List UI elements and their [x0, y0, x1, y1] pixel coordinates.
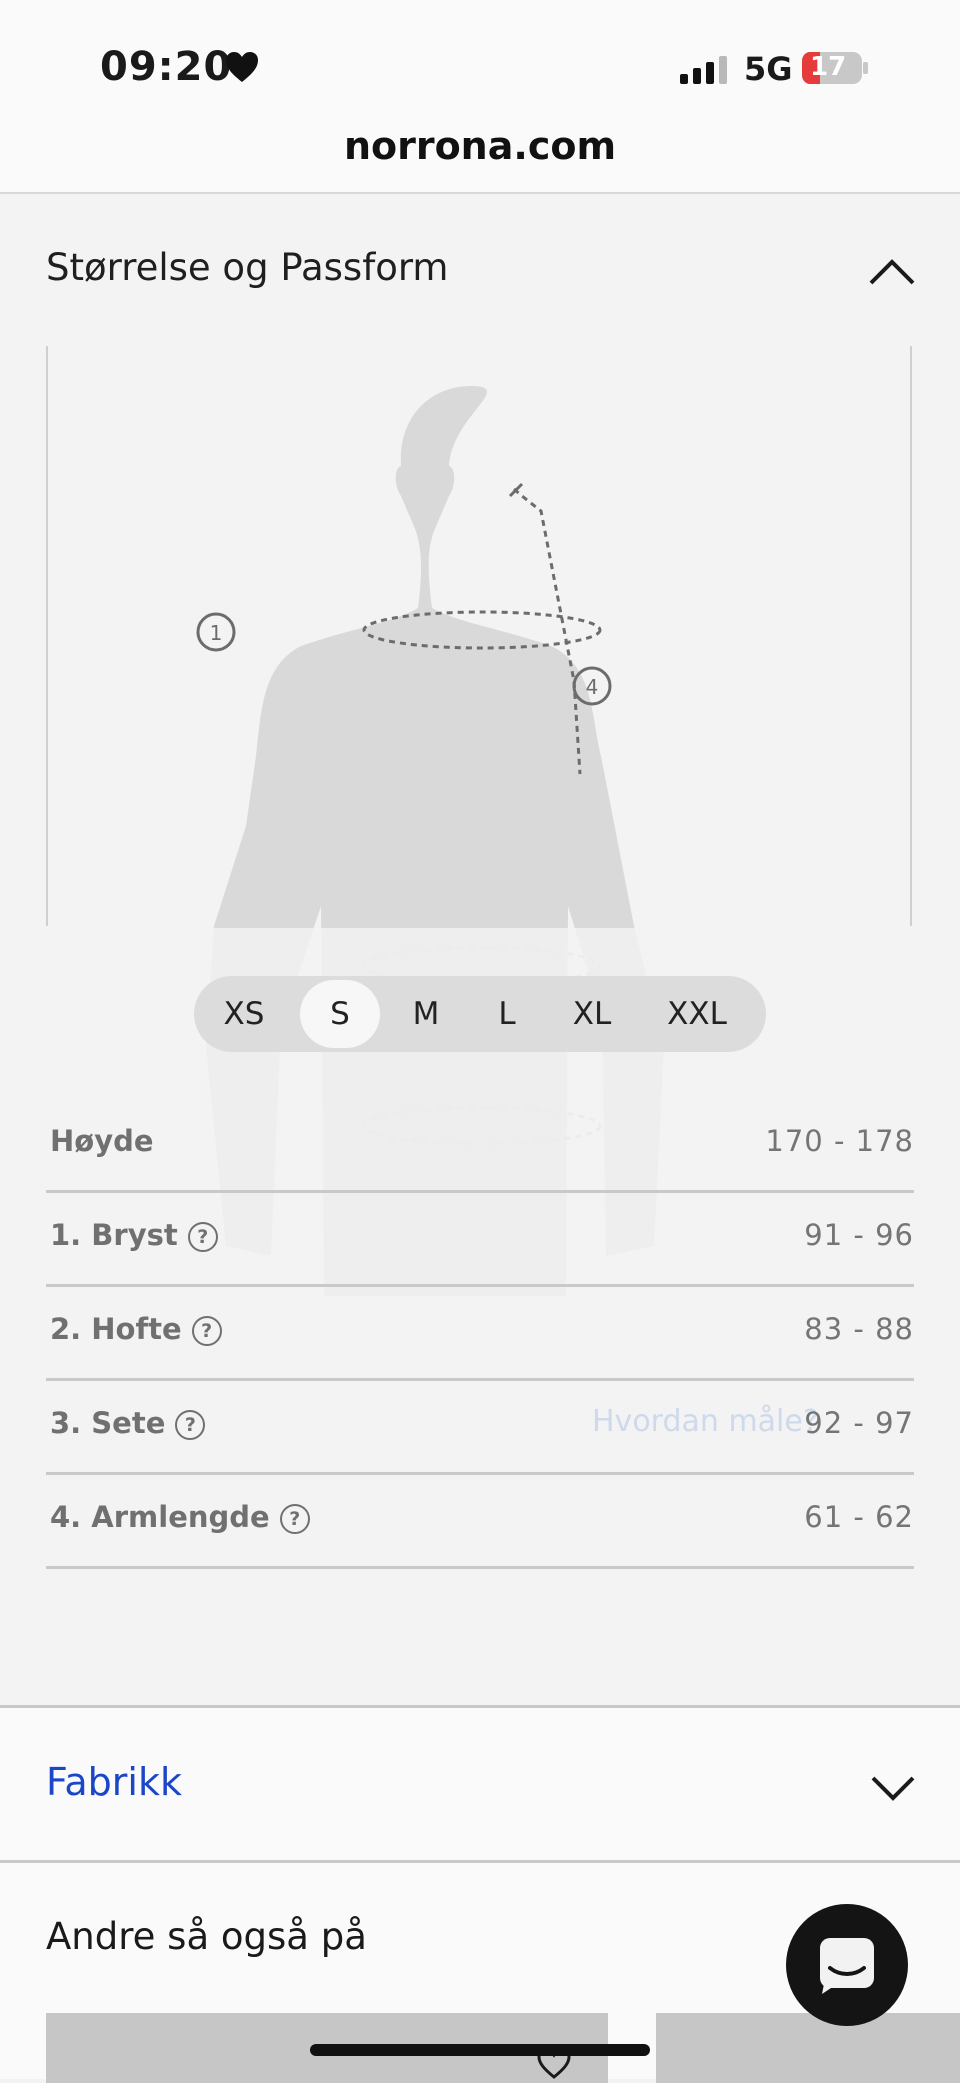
table-row: 3. Sete? 92 - 97 — [46, 1378, 914, 1475]
size-option-m[interactable]: M — [388, 976, 464, 1052]
row-label: 3. Sete — [50, 1406, 166, 1440]
fabrikk-heading: Fabrikk — [46, 1760, 182, 1804]
chevron-down-icon[interactable] — [870, 1774, 916, 1804]
size-selector: XS S M L XL XXL — [194, 976, 766, 1052]
status-time: 09:20 — [100, 44, 233, 90]
help-icon[interactable]: ? — [187, 1222, 218, 1252]
fabrikk-accordion[interactable]: Fabrikk — [0, 1705, 960, 1866]
cellular-signal-icon — [680, 56, 727, 84]
help-icon[interactable]: ? — [175, 1410, 206, 1440]
row-value: 92 - 97 — [804, 1406, 914, 1440]
table-row: 2. Hofte? 83 - 88 — [46, 1284, 914, 1381]
row-label: 4. Armlengde — [50, 1500, 270, 1534]
size-option-xs[interactable]: XS — [202, 976, 286, 1052]
product-card[interactable] — [656, 2013, 960, 2083]
marker-4: 4 — [586, 675, 599, 699]
size-option-xl[interactable]: XL — [550, 976, 634, 1052]
help-icon[interactable]: ? — [279, 1504, 310, 1534]
table-row: 4. Armlengde? 61 - 62 — [46, 1472, 914, 1569]
row-value: 91 - 96 — [804, 1218, 914, 1252]
network-type: 5G — [744, 50, 793, 88]
row-label: 2. Hofte — [50, 1312, 182, 1346]
chat-icon — [820, 1938, 874, 1994]
row-label: 1. Bryst — [50, 1218, 178, 1252]
row-value: 170 - 178 — [765, 1124, 914, 1158]
table-row: 1. Bryst? 91 - 96 — [46, 1190, 914, 1287]
browser-url-bar[interactable]: norrona.com — [0, 120, 960, 194]
row-label: Høyde — [50, 1124, 154, 1158]
table-row: Høyde 170 - 178 — [46, 1096, 914, 1193]
marker-1: 1 — [210, 621, 223, 645]
chevron-up-icon[interactable] — [868, 256, 916, 286]
battery-level: 17 — [810, 52, 847, 82]
size-option-l[interactable]: L — [472, 976, 542, 1052]
size-option-xxl[interactable]: XXL — [642, 976, 752, 1052]
size-option-s[interactable]: S — [300, 980, 380, 1048]
row-value: 61 - 62 — [804, 1500, 914, 1534]
row-value: 83 - 88 — [804, 1312, 914, 1346]
chat-button[interactable] — [786, 1904, 908, 2026]
url-text: norrona.com — [343, 124, 617, 168]
status-bar: 09:20 5G 17 — [0, 0, 960, 120]
heart-icon — [226, 52, 258, 82]
help-icon[interactable]: ? — [191, 1316, 222, 1346]
also-viewed-heading: Andre så også på — [46, 1915, 367, 1958]
home-indicator — [310, 2044, 650, 2056]
size-fit-heading: Størrelse og Passform — [46, 246, 449, 289]
